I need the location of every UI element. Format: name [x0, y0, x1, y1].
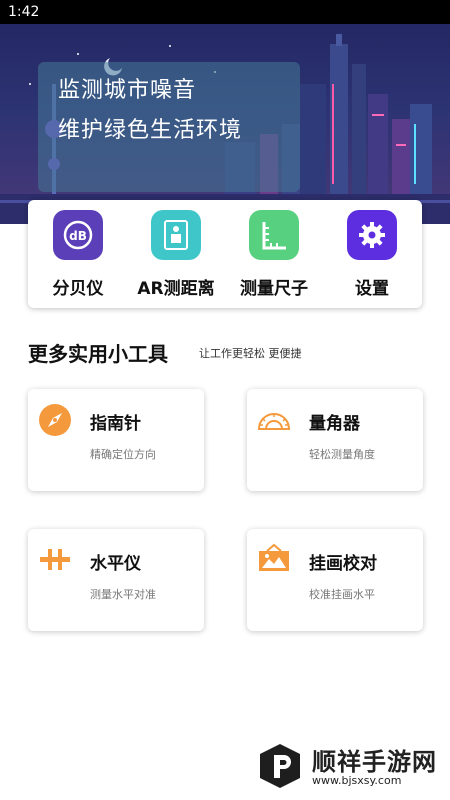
watermark-name: 顺祥手游网 — [312, 748, 437, 776]
feature-bar: dB 分贝仪 AR测距离 测量尺子 设置 — [28, 200, 422, 308]
feature-label: 分贝仪 — [52, 279, 104, 299]
tool-title: 挂画校对 — [309, 554, 377, 574]
tool-title: 水平仪 — [90, 554, 141, 574]
site-watermark: 顺祥手游网 www.bjsxsy.com — [258, 742, 448, 794]
feature-decibel-meter[interactable]: dB 分贝仪 — [30, 210, 126, 302]
picture-frame-icon — [259, 543, 289, 571]
decibel-icon: dB — [53, 210, 103, 260]
tool-card-picture-level[interactable]: 挂画校对 校准挂画水平 — [247, 529, 423, 631]
feature-label: 测量尺子 — [240, 279, 308, 299]
tool-desc: 精确定位方向 — [90, 448, 156, 461]
feature-ruler[interactable]: 测量尺子 — [226, 210, 322, 302]
status-time: 1:42 — [8, 4, 40, 20]
banner-slogan-line1: 监测城市噪音 — [58, 78, 197, 103]
ar-measure-icon — [151, 210, 201, 260]
tool-card-compass[interactable]: 指南针 精确定位方向 — [28, 389, 204, 491]
more-tools-subtitle: 让工作更轻松 更便捷 — [199, 347, 302, 360]
feature-label: 设置 — [355, 279, 389, 299]
tool-desc: 校准挂画水平 — [309, 588, 375, 601]
status-bar: 1:42 — [0, 0, 450, 24]
compass-icon — [39, 404, 71, 436]
tool-title: 量角器 — [309, 414, 360, 434]
tool-title: 指南针 — [90, 414, 141, 434]
ruler-icon — [249, 210, 299, 260]
gear-icon — [347, 210, 397, 260]
tool-desc: 测量水平对准 — [90, 588, 156, 601]
tool-card-protractor[interactable]: 量角器 轻松测量角度 — [247, 389, 423, 491]
banner-slogan-line2: 维护绿色生活环境 — [58, 118, 243, 143]
svg-text:dB: dB — [69, 229, 87, 243]
feature-settings[interactable]: 设置 — [324, 210, 420, 302]
tool-desc: 轻松测量角度 — [309, 448, 375, 461]
level-icon — [40, 549, 70, 570]
watermark-url: www.bjsxsy.com — [312, 774, 402, 787]
feature-label: AR测距离 — [137, 279, 215, 299]
more-tools-title: 更多实用小工具 — [28, 342, 168, 366]
tool-card-level[interactable]: 水平仪 测量水平对准 — [28, 529, 204, 631]
feature-ar-measure[interactable]: AR测距离 — [128, 210, 224, 302]
protractor-icon — [257, 413, 291, 430]
site-logo-icon — [260, 744, 300, 788]
